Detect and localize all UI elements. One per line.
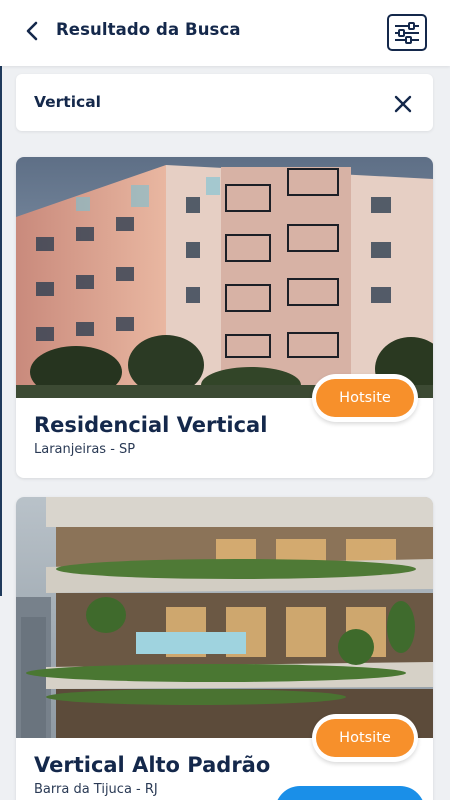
hotsite-button[interactable]: Hotsite [312, 374, 418, 422]
building-photo [16, 497, 433, 738]
sliders-icon [395, 21, 419, 44]
hotsite-label: Hotsite [316, 719, 414, 757]
result-card[interactable]: Hotsite Residencial Vertical Laranjeiras… [16, 157, 433, 478]
result-card[interactable]: Hotsite Vertical Alto Padrão Barra da Ti… [16, 497, 433, 800]
back-button[interactable] [20, 17, 44, 45]
property-name: Vertical Alto Padrão [34, 753, 271, 777]
window-edge [0, 66, 2, 596]
page-title: Resultado da Busca [56, 20, 241, 39]
building-photo [16, 157, 433, 398]
close-icon [394, 95, 412, 113]
hotsite-label: Hotsite [316, 379, 414, 417]
property-location: Laranjeiras - SP [34, 442, 136, 457]
clear-search-button[interactable] [392, 93, 414, 115]
hotsite-button[interactable]: Hotsite [312, 714, 418, 762]
property-location: Barra da Tijuca - RJ [34, 782, 158, 797]
search-bar [16, 74, 433, 131]
filter-button[interactable] [387, 14, 427, 51]
app-header: Resultado da Busca [0, 0, 450, 66]
chevron-left-icon [26, 21, 38, 41]
search-input[interactable] [34, 90, 364, 114]
floating-action-button[interactable] [275, 786, 425, 800]
property-name: Residencial Vertical [34, 413, 268, 437]
